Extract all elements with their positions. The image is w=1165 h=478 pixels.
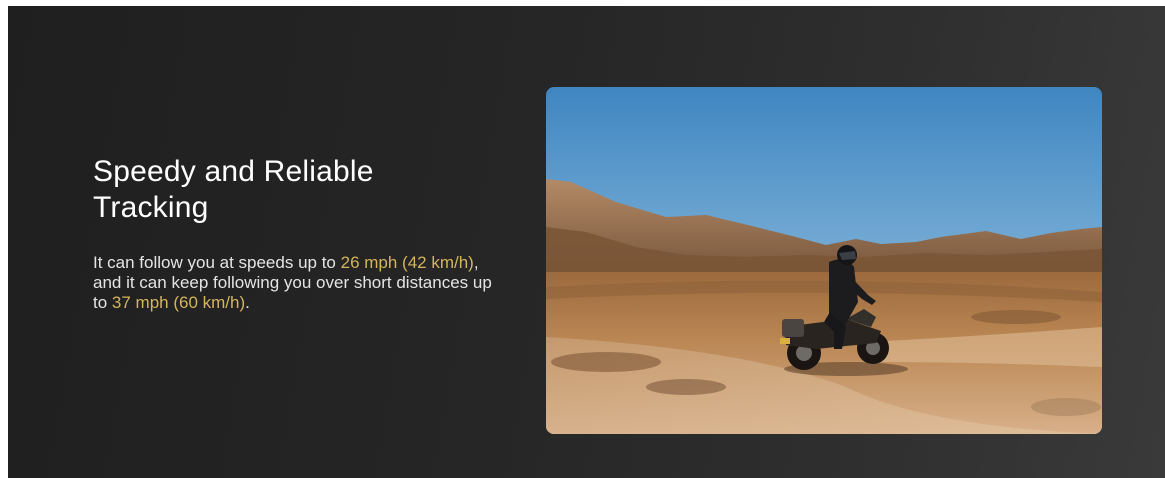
description-text-3: . xyxy=(245,293,250,312)
feature-section: Speedy and Reliable Tracking It can foll… xyxy=(8,6,1165,478)
feature-copy: Speedy and Reliable Tracking It can foll… xyxy=(93,154,513,313)
speed-highlight-2: 37 mph (60 km/h) xyxy=(111,293,246,312)
speed-highlight-1: 26 mph (42 km/h) xyxy=(340,253,474,272)
description-text-1: It can follow you at speeds up to xyxy=(93,253,341,272)
feature-description: It can follow you at speeds up to 26 mph… xyxy=(93,253,493,313)
motorcycle-photo xyxy=(546,87,1102,434)
feature-title: Speedy and Reliable Tracking xyxy=(93,154,513,226)
title-line-1: Speedy and Reliable xyxy=(93,155,374,188)
title-line-2: Tracking xyxy=(93,191,209,224)
